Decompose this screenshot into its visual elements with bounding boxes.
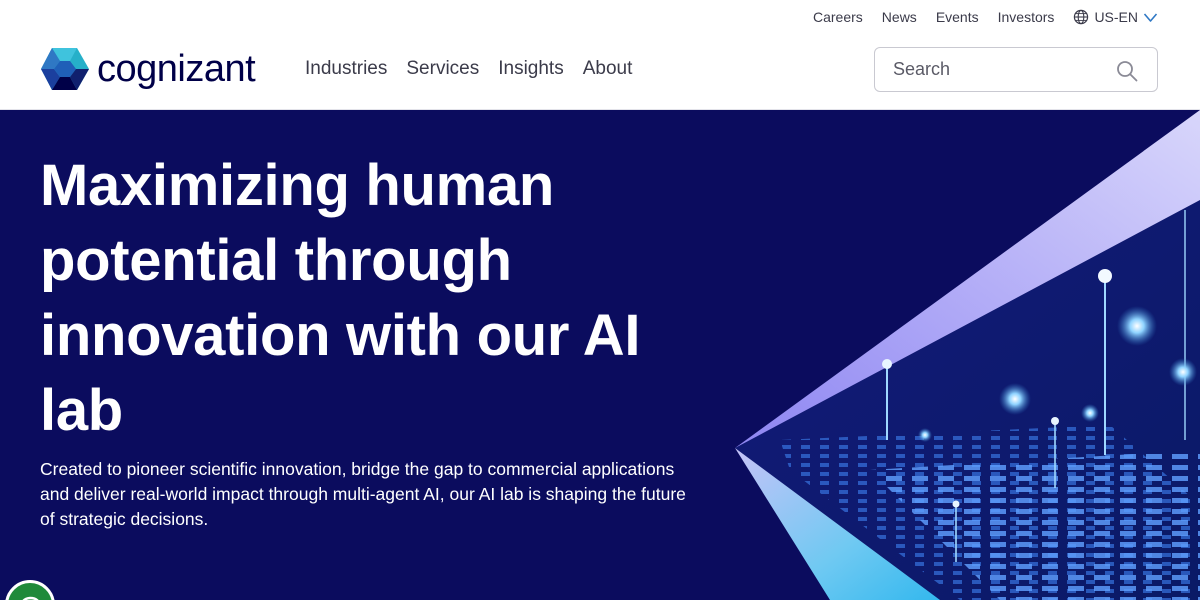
- search-icon[interactable]: [1115, 59, 1139, 83]
- main-nav: Industries Services Insights About: [305, 58, 632, 80]
- nav-item-services[interactable]: Services: [406, 58, 479, 80]
- chat-widget-button[interactable]: [5, 580, 55, 600]
- utility-link-events[interactable]: Events: [936, 9, 979, 25]
- chat-icon: [22, 596, 39, 600]
- chevron-down-icon: [1143, 12, 1158, 22]
- search-box: [874, 47, 1158, 92]
- utility-link-careers[interactable]: Careers: [813, 9, 863, 25]
- search-input[interactable]: [893, 59, 1103, 80]
- locale-selector[interactable]: US-EN: [1073, 9, 1158, 25]
- utility-link-investors[interactable]: Investors: [998, 9, 1055, 25]
- nav-item-insights[interactable]: Insights: [498, 58, 563, 80]
- hero-title: Maximizing human potential through innov…: [40, 153, 641, 443]
- hero-section: Maximizing human potential through innov…: [0, 110, 1200, 600]
- globe-icon: [1074, 9, 1089, 25]
- site-header: Careers News Events Investors US-EN cogn…: [0, 0, 1200, 110]
- locale-label: US-EN: [1094, 9, 1138, 25]
- nav-item-about[interactable]: About: [583, 58, 633, 80]
- nav-item-industries[interactable]: Industries: [305, 58, 387, 80]
- logo-wordmark: cognizant: [97, 48, 256, 90]
- utility-nav: Careers News Events Investors US-EN: [813, 9, 1158, 25]
- cognizant-logo-mark: [41, 48, 89, 90]
- cognizant-logo[interactable]: cognizant: [40, 47, 256, 91]
- hero-description: Created to pioneer scientific innovation…: [40, 459, 686, 529]
- utility-link-news[interactable]: News: [882, 9, 917, 25]
